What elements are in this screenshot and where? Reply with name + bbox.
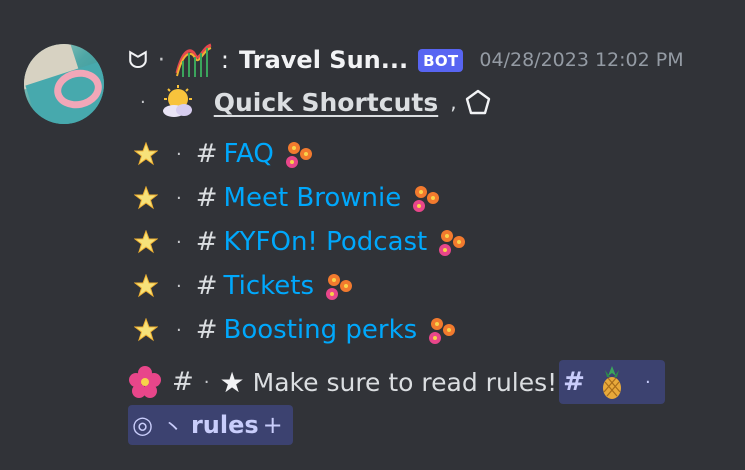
message-header: ᗢ · : Travel Sun... BOT 04/28/2023 12:02… [128,40,684,80]
channel-link-tickets[interactable]: Tickets [224,271,314,301]
name-prefix-glyph: ᗢ [128,46,148,74]
author-username[interactable]: Travel Sun... [239,46,408,74]
sparkle-star-icon [133,141,159,166]
star-icon: ★ [219,365,245,399]
rules-dot: · [203,371,210,393]
channel-link-faq[interactable]: FAQ [224,139,274,169]
channel-hash: # [195,271,218,301]
pineapple-icon [597,364,627,400]
mention-mark: 丶 [162,414,183,439]
list-item: · # Meet Brownie [128,176,469,220]
list-item: · # Tickets [128,264,469,308]
rules-hash: # [172,367,194,397]
plus-icon: + [262,411,283,439]
heading-comma: , [450,90,457,114]
item-bullet: · [176,231,182,253]
sparkle-star-icon [133,185,159,210]
item-bullet: · [176,319,182,341]
item-bullet: · [176,275,182,297]
channel-hash: # [195,227,218,257]
mention-dot: · [644,371,651,393]
flowers-icon [435,226,469,258]
sun-cloud-emoji [160,85,196,119]
heading-dot: · [140,91,146,113]
channel-mention[interactable]: # · [559,360,665,404]
roller-coaster-icon [175,43,213,77]
mention-hash: # [563,367,585,397]
chat-message: ᗢ · : Travel Sun... BOT 04/28/2023 12:02… [0,0,745,470]
channel-link-meet-brownie[interactable]: Meet Brownie [224,183,402,213]
bot-badge: BOT [418,48,464,72]
channel-link-podcast[interactable]: KYFOn! Podcast [224,227,428,257]
flowers-icon [322,270,356,302]
shortcuts-heading: · Quick Shortcuts , [140,82,491,122]
channel-hash: # [195,183,218,213]
rules-text: Make sure to read rules! [252,367,558,397]
pentagon-icon [465,89,491,115]
channel-link-boosting-perks[interactable]: Boosting perks [224,315,418,345]
mention-name: rules [190,411,259,439]
rules-reminder: # · ★ Make sure to read rules! # · [128,360,665,404]
list-item: · # Boosting perks [128,308,469,352]
list-item: · # FAQ [128,132,469,176]
item-bullet: · [176,143,182,165]
flowers-icon [425,314,459,346]
sparkle-star-icon [133,317,159,342]
sparkle-star-icon [133,229,159,254]
ring-icon: ◎ [132,411,153,439]
channel-hash: # [195,139,218,169]
author-avatar[interactable] [24,44,104,124]
message-timestamp[interactable]: 04/28/2023 12:02 PM [479,49,683,71]
channel-hash: # [195,315,218,345]
name-colon: : [220,46,230,74]
list-item: · # KYFOn! Podcast [128,220,469,264]
channel-list: · # FAQ · # Meet Brownie · # KYFOn! Podc [128,132,469,352]
sparkle-star-icon [133,273,159,298]
flowers-icon [282,138,316,170]
quick-shortcuts-title: Quick Shortcuts [213,87,439,117]
hibiscus-icon [128,365,162,399]
name-separator: · [157,47,165,73]
flowers-icon [409,182,443,214]
rules-channel-mention[interactable]: ◎ 丶 rules + [128,405,293,445]
item-bullet: · [176,187,182,209]
